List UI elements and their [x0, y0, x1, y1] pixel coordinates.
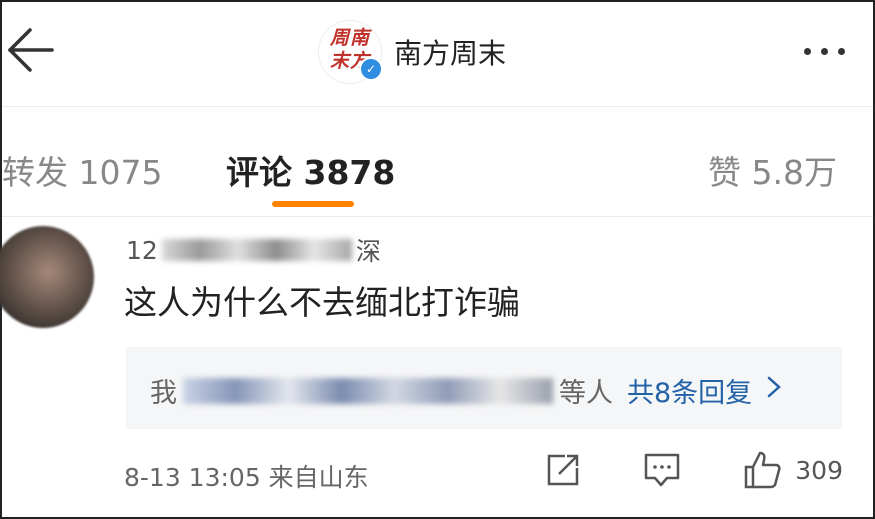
reply-preview[interactable]: 我 等人 共8条回复	[126, 347, 842, 429]
verified-icon: ✓	[359, 57, 383, 81]
avatar[interactable]	[0, 226, 94, 328]
top-bar: 周南 末方 ✓ 南方周末	[2, 2, 873, 107]
username-suffix: 深	[355, 237, 381, 266]
comment-icon[interactable]	[643, 452, 681, 488]
like-icon	[743, 450, 783, 490]
chevron-right-icon[interactable]	[766, 375, 782, 406]
reply-line: 我 等人 共8条回复	[150, 371, 782, 410]
repost-icon[interactable]	[545, 452, 581, 488]
comment-item: 12 深 这人为什么不去缅北打诈骗 我 等人 共8条回复 8-13 13:05 …	[0, 218, 873, 519]
more-icon[interactable]	[804, 48, 845, 55]
reply-count-link[interactable]: 共8条回复	[627, 371, 752, 410]
username-redacted	[161, 239, 352, 261]
tab-comment[interactable]: 评论 3878	[226, 146, 395, 194]
comment-meta: 8-13 13:05 来自山东	[124, 463, 369, 492]
reply-prefix: 我	[150, 378, 177, 409]
account-header[interactable]: 周南 末方 ✓ 南方周末	[318, 20, 506, 84]
username-prefix: 12	[126, 235, 158, 265]
comment-text: 这人为什么不去缅北打诈骗	[124, 283, 520, 322]
tab-bar: 转发 1075 评论 3878 赞 5.8万	[2, 106, 873, 217]
comment-username[interactable]: 12 深	[126, 232, 381, 268]
back-arrow-icon[interactable]	[4, 24, 56, 76]
reply-suffix: 等人	[559, 378, 613, 409]
account-avatar[interactable]: 周南 末方 ✓	[318, 20, 383, 84]
active-tab-indicator	[272, 201, 354, 207]
like-button[interactable]: 309	[743, 450, 843, 490]
account-name[interactable]: 南方周末	[394, 32, 506, 72]
tab-like[interactable]: 赞 5.8万	[708, 146, 837, 194]
like-count: 309	[795, 455, 843, 485]
comment-actions: 309	[483, 450, 843, 490]
tab-repost[interactable]: 转发 1075	[2, 146, 162, 194]
reply-redacted	[183, 377, 553, 404]
